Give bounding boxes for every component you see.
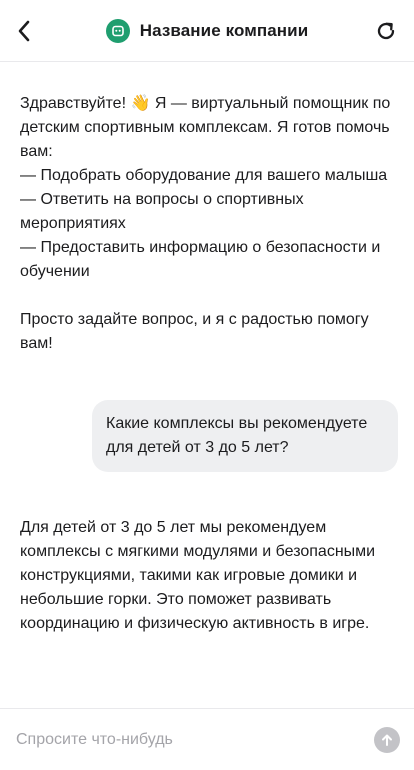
assistant-message: Здравствуйте! 👋 Я — виртуальный помощник… — [20, 95, 391, 352]
refresh-button[interactable] — [370, 15, 402, 47]
chat-messages: Здравствуйте! 👋 Я — виртуальный помощник… — [0, 62, 414, 708]
refresh-icon — [377, 22, 395, 40]
header-title-group: Название компании — [0, 18, 414, 44]
message-composer — [0, 708, 414, 770]
user-message: Какие комплексы вы рекомендуете для дете… — [92, 400, 398, 472]
send-button[interactable] — [374, 727, 400, 753]
chat-header: Название компании — [0, 0, 414, 62]
bot-logo-icon — [105, 19, 130, 43]
page-title: Название компании — [139, 21, 309, 40]
arrow-up-icon — [382, 734, 392, 746]
assistant-message: Для детей от 3 до 5 лет мы рекомендуем к… — [20, 519, 376, 632]
message-input[interactable] — [16, 725, 356, 755]
